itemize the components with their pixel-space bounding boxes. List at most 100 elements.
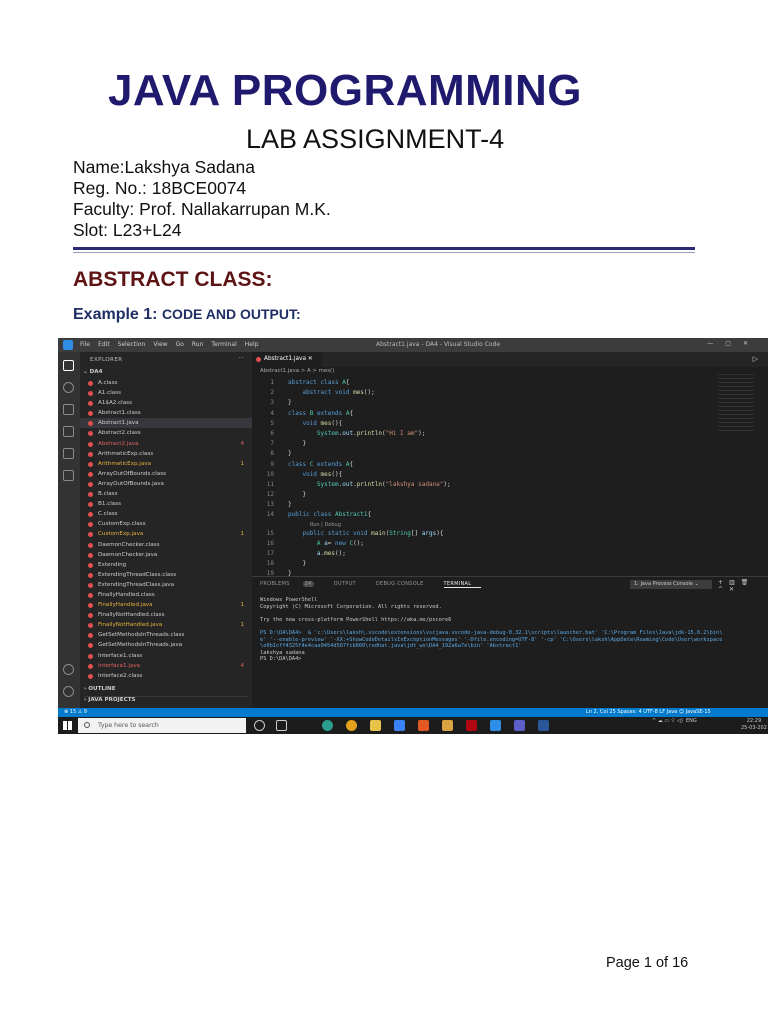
file-item[interactable]: ArrayOutOfBounds.class [80, 469, 252, 479]
source-control-icon[interactable] [63, 404, 74, 415]
file-name: FinallyHandled.java [98, 602, 153, 609]
code-line: 18 } [252, 559, 768, 569]
file-item[interactable]: DaemonChecker.java [80, 550, 252, 560]
menu-item-run[interactable]: Run [192, 341, 204, 348]
menu-item-terminal[interactable]: Terminal [211, 341, 236, 348]
file-item[interactable]: Interface1.class [80, 651, 252, 661]
file-item[interactable]: GetSetMethodsInThreads.java [80, 640, 252, 650]
file-item[interactable]: Abstract2.class [80, 428, 252, 438]
file-item[interactable]: Abstract1.java [80, 418, 252, 429]
file-item[interactable]: DaemonChecker.class [80, 540, 252, 550]
file-item[interactable]: C.class [80, 509, 252, 519]
windows-start-icon[interactable] [63, 721, 72, 730]
menu-item-file[interactable]: File [80, 341, 90, 348]
code-lens-run-debug[interactable]: Run | Debug [252, 521, 768, 529]
file-item[interactable]: Abstract1.class [80, 408, 252, 418]
status-right[interactable]: Ln 2, Col 25 Spaces: 4 UTF-8 LF Java ☺ J… [586, 708, 711, 717]
tab-abstract1[interactable]: Abstract1.java ✕ [252, 352, 322, 367]
window-controls[interactable]: —▢✕ [707, 340, 760, 347]
file-item[interactable]: Interface2.class [80, 671, 252, 681]
taskbar-search[interactable]: Type here to search [78, 718, 246, 733]
bottom-panel: PROBLEMS 24 OUTPUT DEBUG CONSOLE TERMINAL 1:… [252, 576, 768, 708]
test-icon[interactable] [63, 470, 74, 481]
terminal-select[interactable]: 1: Java Process Console ⌄ [630, 580, 712, 589]
file-error-dot-icon [88, 552, 93, 558]
account-icon[interactable] [63, 664, 74, 675]
clock[interactable]: 22:29 25-03-202 [741, 718, 767, 732]
file-item[interactable]: A.class [80, 378, 252, 388]
file-item[interactable]: ArrayOutOfBounds.java [80, 479, 252, 489]
file-name: Interface1.java [98, 662, 141, 669]
file-item[interactable]: ArithmeticExp.java 1 [80, 459, 252, 469]
file-item[interactable]: A1$A2.class [80, 398, 252, 408]
explorer-more-button[interactable]: ··· [239, 355, 244, 361]
file-item[interactable]: ArithmeticExp.class [80, 449, 252, 459]
system-tray[interactable]: ^ ☁ ▭ ⌔ ◁) ENG [652, 718, 697, 725]
file-item[interactable]: B1.class [80, 499, 252, 509]
editor[interactable]: Abstract1.java ✕ ▷ Abstract1.java > A > … [252, 352, 768, 577]
cortana-icon[interactable] [254, 720, 265, 731]
file-item[interactable]: Extending [80, 560, 252, 570]
file-item[interactable]: B.class [80, 489, 252, 499]
outline-section[interactable]: › OUTLINE [84, 686, 116, 692]
code-token: String [389, 529, 411, 537]
search-icon[interactable] [63, 382, 74, 393]
file-error-dot-icon [88, 532, 93, 538]
task-view-icon[interactable] [276, 720, 287, 731]
file-item[interactable]: ExtendingThreadClass.java [80, 580, 252, 590]
file-item[interactable]: ExtendingThreadClass.class [80, 570, 252, 580]
file-item[interactable]: Abstract2.java 4 [80, 439, 252, 449]
file-item[interactable]: CustomExp.java 1 [80, 529, 252, 539]
edge-icon[interactable] [322, 720, 333, 731]
panel-controls[interactable]: +▥🗑^✕ [718, 579, 768, 593]
panel-tab-problems[interactable]: PROBLEMS 24 [260, 581, 324, 587]
file-problem-count: 4 [240, 662, 244, 669]
teams-icon[interactable] [514, 720, 525, 731]
vscode-taskbar-icon[interactable] [490, 720, 501, 731]
file-item[interactable]: GetSetMethodsInThreads.class [80, 630, 252, 640]
file-item[interactable]: FinallyHandled.class [80, 590, 252, 600]
menu-item-help[interactable]: Help [245, 341, 259, 348]
file-explorer-icon[interactable] [370, 720, 381, 731]
file-error-dot-icon [88, 401, 93, 407]
netflix-icon[interactable] [466, 720, 477, 731]
menu-item-edit[interactable]: Edit [98, 341, 110, 348]
menu-item-view[interactable]: View [153, 341, 167, 348]
code-text: } [288, 560, 306, 567]
file-item[interactable]: CustomExp.class [80, 519, 252, 529]
file-name: ArrayOutOfBounds.java [98, 480, 164, 487]
breadcrumb[interactable]: Abstract1.java > A > mes() [260, 368, 334, 374]
java-projects-section[interactable]: › JAVA PROJECTS [84, 696, 248, 703]
gear-icon[interactable] [63, 686, 74, 697]
explorer-icon[interactable] [63, 360, 74, 371]
file-item[interactable]: FinallyNotHandled.class [80, 610, 252, 620]
file-item[interactable]: FinallyNotHandled.java 1 [80, 620, 252, 630]
extensions-icon[interactable] [63, 448, 74, 459]
file-item[interactable]: Interface1.java 4 [80, 661, 252, 671]
chrome-icon[interactable] [346, 720, 357, 731]
line-number: 17 [266, 550, 274, 557]
code-token: mes [320, 419, 332, 427]
file-item[interactable]: A1.class [80, 388, 252, 398]
code-area[interactable]: 1 abstract class A{2 abstract void mes();… [252, 378, 768, 580]
menu-item-go[interactable]: Go [176, 341, 184, 348]
word-icon[interactable] [538, 720, 549, 731]
terminal-output[interactable]: Windows PowerShell Copyright (C) Microsof… [260, 597, 766, 663]
run-icon[interactable]: ▷ [753, 355, 758, 363]
panel-tab-debug-console[interactable]: DEBUG CONSOLE [376, 581, 434, 587]
office-icon[interactable] [418, 720, 429, 731]
panel-tab-output[interactable]: OUTPUT [334, 581, 366, 587]
panel-tab-terminal[interactable]: TERMINAL [443, 581, 482, 588]
file-item[interactable]: FinallyHandled.java 1 [80, 600, 252, 610]
minimap[interactable] [718, 374, 754, 434]
run-debug-icon[interactable] [63, 426, 74, 437]
file-error-dot-icon [88, 663, 93, 669]
status-problems[interactable]: ⊗ 15 ⚠ 9 [64, 708, 87, 717]
store-icon[interactable] [394, 720, 405, 731]
menu-item-selection[interactable]: Selection [118, 341, 146, 348]
folder-icon[interactable] [442, 720, 453, 731]
folder-label[interactable]: ⌄ DA4 [83, 369, 103, 375]
code-token: System [316, 429, 339, 437]
